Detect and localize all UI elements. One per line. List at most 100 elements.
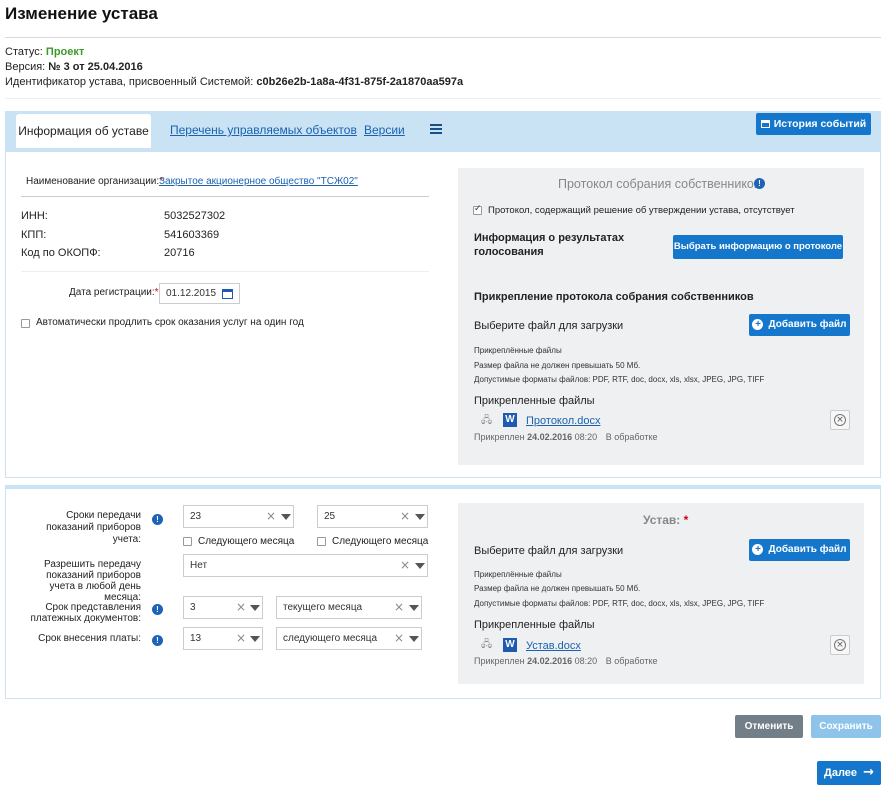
clear-icon[interactable]: × [394, 628, 404, 649]
clear-icon[interactable]: × [394, 597, 404, 618]
charter-title-text: Устав: [643, 513, 681, 527]
kpp-label: КПП: [21, 229, 47, 241]
remove-file-icon[interactable]: × [830, 635, 850, 655]
protocol-file-link[interactable]: Протокол.docx [526, 415, 600, 427]
select-protocol-button[interactable]: Выбрать информацию о протоколе [673, 235, 843, 259]
transfer-to-select[interactable]: 25 × [317, 505, 428, 528]
tab-bar: Информация об уставе Перечень управляемы… [5, 111, 881, 148]
calendar-icon[interactable] [222, 289, 233, 299]
status-line: Статус: Проект [5, 46, 84, 58]
chevron-down-icon[interactable] [250, 636, 260, 642]
protocol-file-status: В обработке [605, 432, 658, 442]
charter-attached-hint: Прикреплённые файлы [474, 570, 562, 579]
auto-extend-label: Автоматически продлить срок оказания усл… [36, 317, 304, 328]
payment-docs-month-value: текущего месяца [283, 602, 363, 613]
history-button-label: История событий [773, 118, 867, 130]
payment-docs-day-value: 3 [190, 602, 196, 613]
signature-icon[interactable]: 🖧 [481, 413, 492, 430]
charter-file-link[interactable]: Устав.docx [526, 640, 581, 652]
payment-docs-info-icon[interactable]: ! [152, 604, 163, 615]
org-name-label-text: Наименование организации: [26, 176, 160, 187]
reg-date-input[interactable]: 01.12.2015 [159, 283, 240, 304]
protocol-attached-title: Прикрепленные файлы [474, 395, 595, 407]
version-line: Версия: № 3 от 25.04.2016 [5, 61, 143, 73]
charter-file-status: В обработке [605, 656, 658, 666]
okopf-label: Код по ОКОПФ: [21, 247, 101, 259]
chevron-down-icon[interactable] [415, 563, 425, 569]
protocol-choose-file-label: Выберите файл для загрузки [474, 320, 624, 332]
any-day-label: Разрешить передачу показаний приборов уч… [44, 559, 141, 603]
chevron-down-icon[interactable] [415, 514, 425, 520]
next-button[interactable]: Далее → [817, 761, 881, 785]
tab-versions[interactable]: Версии [364, 123, 405, 137]
plus-icon: + [752, 319, 764, 330]
org-name-label: Наименование организации:* [26, 176, 164, 187]
calendar-icon [760, 120, 770, 128]
signature-icon[interactable]: 🖧 [481, 637, 492, 654]
org-name-link[interactable]: Закрытое акционерное общество "ТСЖ02" [159, 176, 358, 187]
auto-extend-checkbox[interactable] [21, 319, 30, 328]
vote-info-label: Информация о результатах голосования [474, 232, 625, 258]
transfer-to-value: 25 [324, 511, 336, 522]
protocol-size-hint: Размер файла не должен превышать 50 Мб. [474, 361, 641, 370]
version-label: Версия: [5, 61, 46, 73]
protocol-title: Протокол собрания собственников [558, 177, 761, 191]
payment-info-icon[interactable]: ! [152, 635, 163, 646]
transfer-info-icon[interactable]: ! [152, 514, 163, 525]
id-line: Идентификатор устава, присвоенный Систем… [5, 76, 463, 88]
transfer-from-value: 23 [190, 511, 202, 522]
payment-day-select[interactable]: 13 × [183, 627, 263, 650]
clear-icon[interactable]: × [266, 506, 276, 527]
next-month-checkbox-2[interactable] [317, 537, 326, 546]
payment-docs-month-select[interactable]: текущего месяца × [276, 596, 422, 619]
tab-charter-info[interactable]: Информация об уставе [16, 114, 151, 148]
clear-icon[interactable]: × [236, 597, 246, 618]
clear-icon[interactable]: × [236, 628, 246, 649]
charter-title: Устав: * [643, 513, 689, 527]
payment-label: Срок внесения платы: [38, 633, 141, 644]
any-day-select[interactable]: Нет × [183, 554, 428, 577]
chevron-down-icon[interactable] [409, 605, 419, 611]
payment-day-value: 13 [190, 633, 202, 644]
attach-protocol-title: Прикрепление протокола собрания собствен… [474, 291, 754, 303]
arrow-right-icon: → [863, 765, 874, 780]
inn-value: 5032527302 [164, 210, 226, 222]
menu-icon[interactable] [430, 124, 442, 134]
ids-divider [21, 271, 429, 272]
inn-label: ИНН: [21, 210, 48, 222]
save-button[interactable]: Сохранить [811, 715, 881, 738]
next-month-label-2: Следующего месяца [332, 536, 429, 547]
next-button-label: Далее [823, 767, 858, 779]
clear-icon[interactable]: × [400, 555, 410, 576]
transfer-label: Сроки передачи показаний приборов учета: [46, 510, 141, 545]
protocol-add-file-button[interactable]: + Добавить файл [749, 314, 850, 336]
okopf-value: 20716 [164, 247, 195, 259]
chevron-down-icon[interactable] [250, 605, 260, 611]
protocol-attached-time: 08:20 [574, 432, 598, 442]
protocol-attached-date: 24.02.2016 [527, 432, 573, 442]
meta-divider [5, 98, 881, 99]
status-label: Статус: [5, 46, 43, 58]
tab-managed-objects[interactable]: Перечень управляемых объектов [170, 123, 357, 137]
transfer-from-select[interactable]: 23 × [183, 505, 294, 528]
history-button[interactable]: История событий [756, 113, 871, 135]
charter-add-file-button[interactable]: + Добавить файл [749, 539, 850, 561]
charter-size-hint: Размер файла не должен превышать 50 Мб. [474, 584, 641, 593]
protocol-absent-checkbox[interactable] [473, 204, 482, 215]
payment-docs-day-select[interactable]: 3 × [183, 596, 263, 619]
cancel-button[interactable]: Отменить [735, 715, 803, 738]
clear-icon[interactable]: × [400, 506, 410, 527]
charter-attached-title: Прикрепленные файлы [474, 619, 595, 631]
charter-formats-hint: Допустимые форматы файлов: PDF, RTF, doc… [474, 599, 765, 608]
payment-month-select[interactable]: следующего месяца × [276, 627, 422, 650]
info-icon[interactable]: ! [754, 178, 765, 189]
next-month-label-1: Следующего месяца [198, 536, 295, 547]
charter-attached-time: 08:20 [574, 656, 598, 666]
protocol-attached-hint: Прикреплённые файлы [474, 346, 562, 355]
chevron-down-icon[interactable] [281, 514, 291, 520]
chevron-down-icon[interactable] [409, 636, 419, 642]
payment-docs-label: Срок представления платежных документов: [30, 602, 141, 624]
protocol-absent-label: Протокол, содержащий решение об утвержде… [488, 205, 795, 216]
next-month-checkbox-1[interactable] [183, 537, 192, 546]
remove-file-icon[interactable]: × [830, 410, 850, 430]
